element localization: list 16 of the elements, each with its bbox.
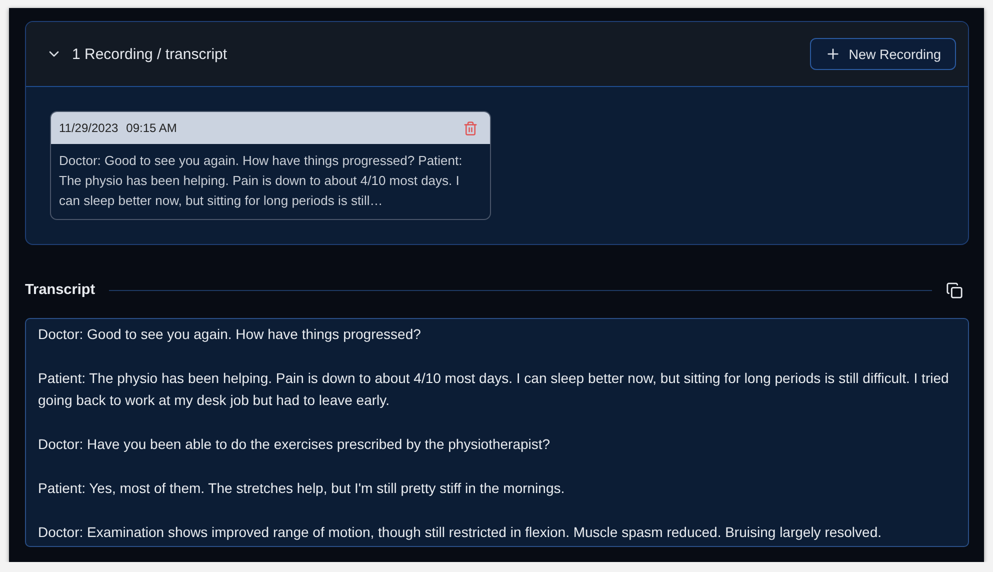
- transcript-paragraph: Doctor: Good to see you again. How have things progressed?: [38, 325, 422, 344]
- plus-icon: [824, 46, 841, 62]
- recording-preview: Doctor: Good to see you again. How have things progressed? Patient: The physio has been helping. Pain is down to about 4/10 most days. I can sleep better now, but sitting for long periods is still…: [58, 152, 464, 210]
- recording-card[interactable]: [50, 111, 491, 220]
- transcript-paragraph: Doctor: Have you been able to do the exercises prescribed by the physiotherapist?: [38, 435, 552, 454]
- delete-icon[interactable]: [463, 120, 478, 136]
- transcript-field[interactable]: [25, 318, 969, 547]
- transcript-paragraph: Doctor: Examination shows improved range of motion, though still restricted in flexion. Muscle spasm reduced. Bruising largely resolved.: [38, 523, 882, 542]
- copy-icon[interactable]: [946, 282, 963, 298]
- recording-time: 09:15 AM: [126, 121, 177, 135]
- recording-date: 11/29/2023: [59, 121, 118, 135]
- transcript-heading: Transcript: [25, 282, 96, 298]
- panel-title: 1 Recording / transcript: [72, 46, 228, 62]
- new-recording-button[interactable]: New Recording: [810, 38, 956, 70]
- transcript-paragraph: Patient: The physio has been helping. Pain is down to about 4/10 most days. I can sleep better now, but sitting for long periods is still difficult. I tried going back to work at my desk job but had to leave early.: [38, 369, 950, 410]
- transcript-paragraph: Patient: Yes, most of them. The stretches help, but I'm still pretty stiff in the mornings.: [38, 479, 566, 498]
